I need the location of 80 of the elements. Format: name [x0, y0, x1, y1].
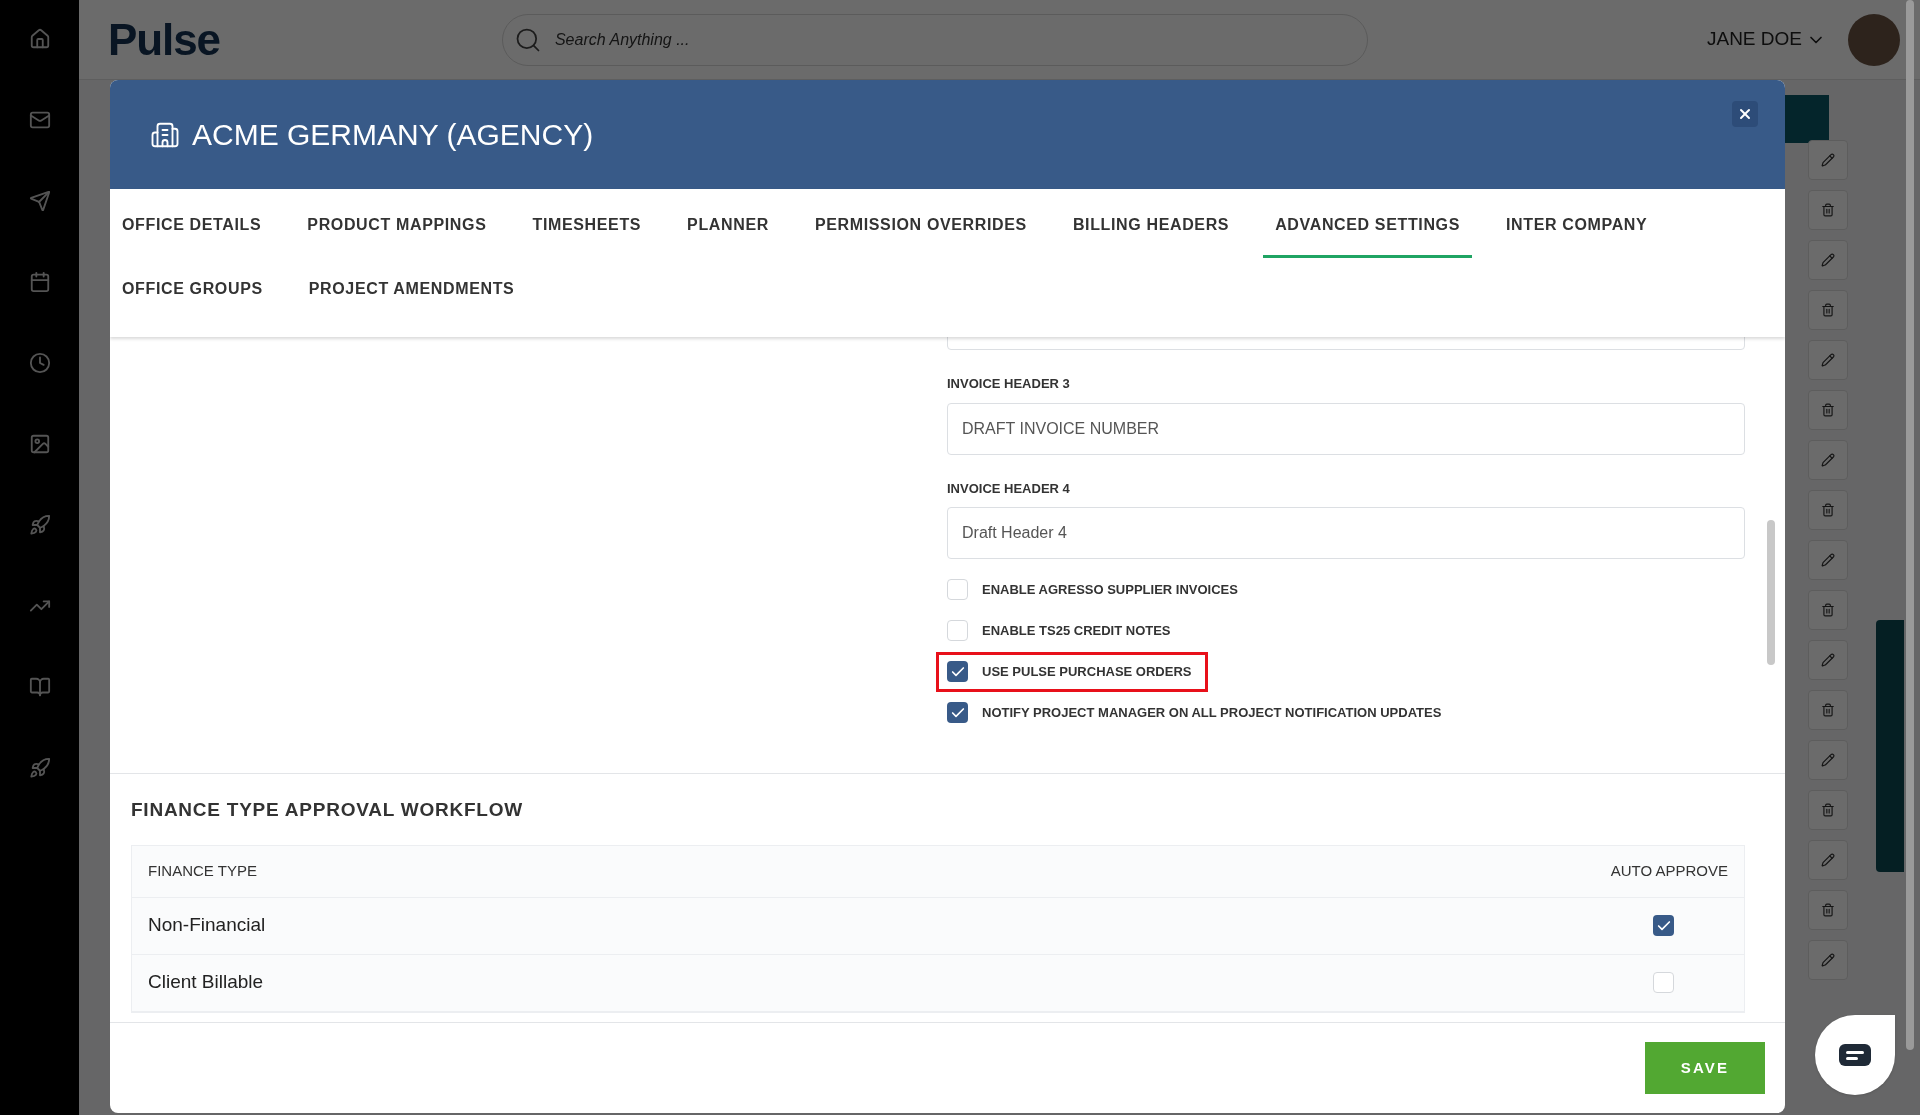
home-icon[interactable]	[28, 28, 51, 50]
pencil-icon	[1821, 453, 1835, 467]
edit-button[interactable]	[1808, 640, 1848, 680]
avatar[interactable]	[1848, 13, 1900, 66]
delete-button[interactable]	[1808, 590, 1848, 630]
delete-button[interactable]	[1808, 190, 1848, 230]
dialog-title: ACME GERMANY (AGENCY)	[192, 117, 594, 153]
checkbox[interactable]	[947, 579, 968, 600]
rocket-icon[interactable]	[28, 514, 51, 536]
table-cell-text: Non-Financial	[148, 913, 266, 938]
column-header: FINANCE TYPE	[148, 860, 257, 881]
rocket-icon[interactable]	[28, 757, 51, 779]
book-icon[interactable]	[28, 676, 51, 698]
checkbox[interactable]	[947, 620, 968, 641]
delete-button[interactable]	[1808, 490, 1848, 530]
trash-icon	[1821, 603, 1835, 617]
close-icon	[1737, 106, 1753, 122]
mail-icon[interactable]	[28, 109, 51, 131]
search-field[interactable]: Search Anything ...	[501, 13, 1368, 66]
image-icon[interactable]	[28, 433, 51, 455]
field-label: INVOICE HEADER 4	[947, 479, 1071, 498]
tab[interactable]: ADVANCED SETTINGS	[1263, 194, 1472, 258]
edit-button[interactable]	[1808, 740, 1848, 780]
tab[interactable]: OFFICE DETAILS	[110, 194, 274, 258]
pencil-icon	[1821, 853, 1835, 867]
checkbox[interactable]	[1653, 972, 1674, 993]
edit-button[interactable]	[1808, 240, 1848, 280]
trash-icon	[1821, 203, 1835, 217]
side-button[interactable]	[1785, 95, 1829, 143]
edit-button[interactable]	[1808, 540, 1848, 580]
pencil-icon	[1821, 553, 1835, 567]
delete-button[interactable]	[1808, 390, 1848, 430]
edit-button[interactable]	[1808, 940, 1848, 980]
tab[interactable]: TIMESHEETS	[520, 194, 654, 258]
trash-icon	[1821, 803, 1835, 817]
column-header: AUTO APPROVE	[1610, 860, 1728, 881]
checkbox[interactable]	[1653, 915, 1674, 936]
clock-icon[interactable]	[28, 352, 51, 374]
table-cell-text: Client Billable	[148, 970, 264, 995]
option-label: ENABLE AGRESSO SUPPLIER INVOICES	[982, 580, 1238, 599]
trash-icon	[1821, 503, 1835, 517]
tab[interactable]: PRODUCT MAPPINGS	[295, 194, 499, 258]
trash-icon	[1821, 903, 1835, 917]
trash-icon	[1821, 303, 1835, 317]
delete-button[interactable]	[1808, 290, 1848, 330]
checkbox[interactable]	[947, 702, 968, 723]
tab[interactable]: BILLING HEADERS	[1060, 194, 1242, 258]
chat-bubble-icon	[1838, 1043, 1872, 1067]
tab[interactable]: PLANNER	[675, 194, 781, 258]
delete-button[interactable]	[1808, 690, 1848, 730]
section-title: FINANCE TYPE APPROVAL WORKFLOW	[131, 798, 524, 822]
checkbox[interactable]	[947, 661, 968, 682]
edit-button[interactable]	[1808, 440, 1848, 480]
option-label: NOTIFY PROJECT MANAGER ON ALL PROJECT NOTIFICATION UPDATES	[982, 703, 1442, 722]
delete-button[interactable]	[1808, 890, 1848, 930]
option-label: ENABLE TS25 CREDIT NOTES	[982, 621, 1171, 640]
edit-button[interactable]	[1808, 140, 1848, 180]
tab[interactable]: OFFICE GROUPS	[110, 258, 275, 322]
pencil-icon	[1821, 353, 1835, 367]
close-button[interactable]	[1732, 101, 1758, 127]
tab[interactable]: PERMISSION OVERRIDES	[802, 194, 1039, 258]
pencil-icon	[1821, 253, 1835, 267]
trash-icon	[1821, 703, 1835, 717]
paper-plane-icon[interactable]	[28, 190, 51, 212]
pencil-icon	[1821, 753, 1835, 767]
option-label: USE PULSE PURCHASE ORDERS	[982, 662, 1192, 681]
field-label: INVOICE HEADER 3	[947, 375, 1071, 393]
tab[interactable]: PROJECT AMENDMENTS	[296, 258, 527, 322]
pencil-icon	[1821, 653, 1835, 667]
pencil-icon	[1821, 153, 1835, 167]
pencil-icon	[1821, 953, 1835, 967]
tab[interactable]: INTER COMPANY	[1494, 194, 1660, 258]
input-field[interactable]: Draft Header 4	[947, 507, 1745, 559]
trash-icon	[1821, 403, 1835, 417]
delete-button[interactable]	[1808, 790, 1848, 830]
calendar-icon[interactable]	[28, 271, 51, 293]
user-menu[interactable]: JANE DOE	[1706, 25, 1826, 54]
edit-button[interactable]	[1808, 840, 1848, 880]
edit-button[interactable]	[1808, 340, 1848, 380]
input-field[interactable]: DRAFT INVOICE NUMBER	[947, 402, 1745, 455]
